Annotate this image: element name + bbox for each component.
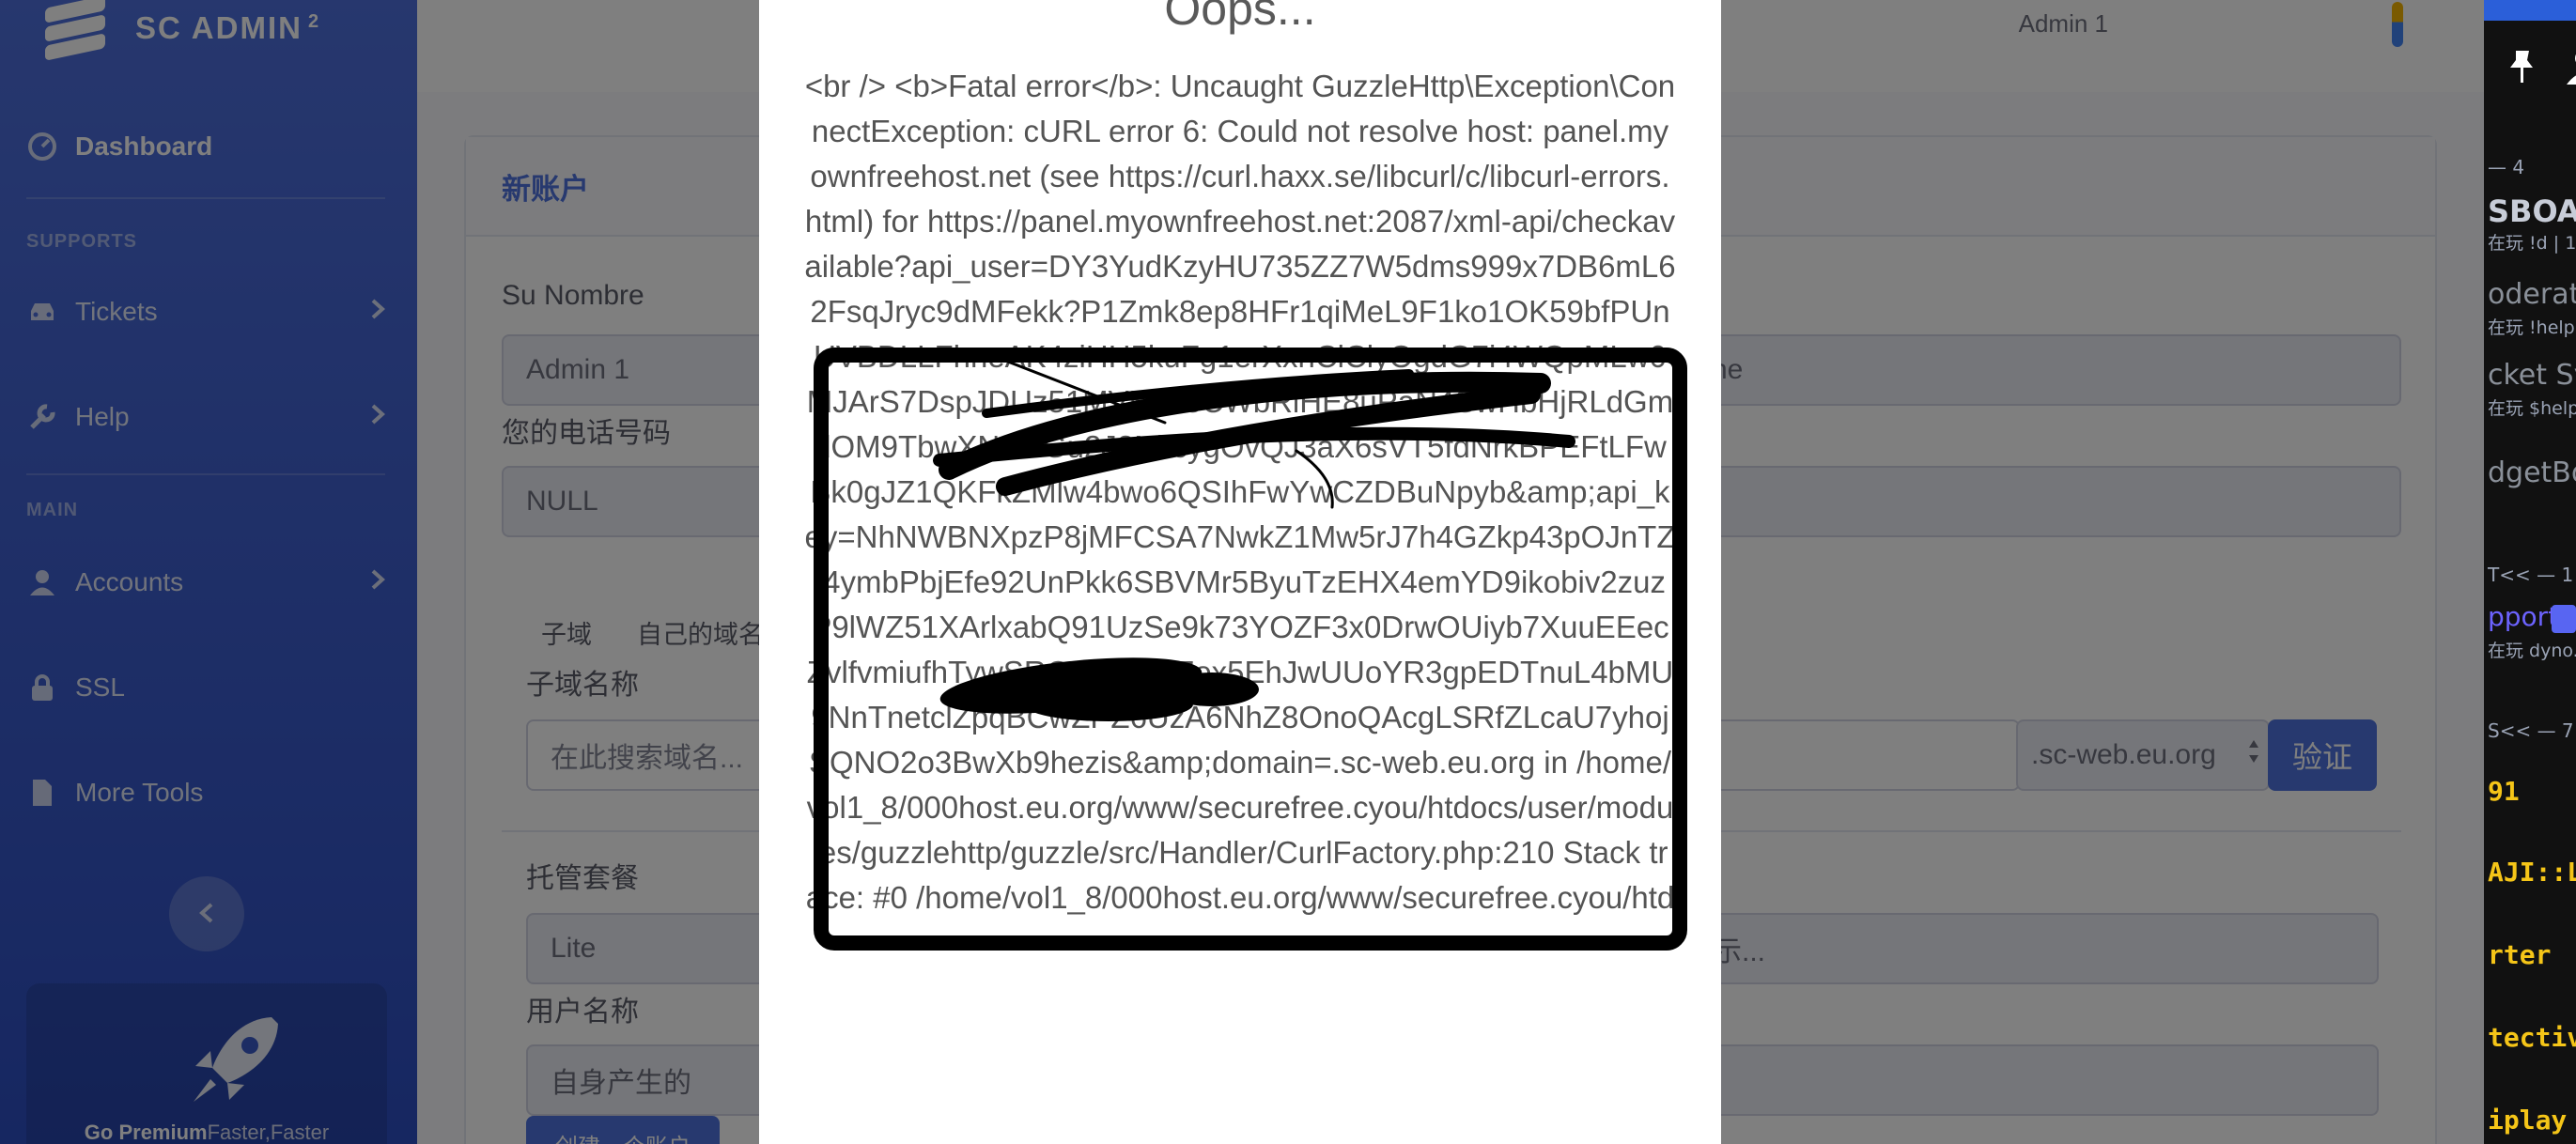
pin-icon[interactable] xyxy=(2503,47,2540,93)
panel-line: pport xyxy=(2488,601,2559,632)
user-icon[interactable] xyxy=(2565,47,2576,93)
panel-line: tective xyxy=(2488,1022,2576,1053)
checkmark-icon xyxy=(2552,605,2576,633)
side-chat-panel: — 4 SBOARD 在玩 !d | 1,2 oderatio 在玩 !help… xyxy=(2484,0,2576,1144)
panel-line: 91 xyxy=(2488,776,2520,807)
error-modal: Oops... <br /> <b>Fatal error</b>: Uncau… xyxy=(759,0,1721,1144)
panel-line: — 4 xyxy=(2488,156,2525,178)
panel-line: 在玩 !d | 1,2 xyxy=(2488,233,2576,254)
panel-line: SBOARD xyxy=(2488,193,2576,229)
error-message: <br /> <b>Fatal error</b>: Uncaught Guzz… xyxy=(804,69,1676,915)
panel-line: oderatio xyxy=(2488,278,2576,311)
panel-line: iplay xyxy=(2488,1105,2568,1136)
panel-top-bar xyxy=(2484,0,2576,21)
panel-line: dgetBo xyxy=(2488,456,2576,489)
panel-line: 在玩 dyno.g xyxy=(2488,641,2576,661)
panel-line: T<< — 1 xyxy=(2488,564,2574,586)
panel-line: 在玩 !help - xyxy=(2488,317,2576,338)
panel-line: S<< — 7 xyxy=(2488,719,2574,742)
modal-title: Oops... xyxy=(1164,0,1316,35)
panel-line: cket Sys xyxy=(2488,359,2576,392)
panel-line: AJI::LO xyxy=(2488,857,2576,888)
panel-line: 在玩 $help xyxy=(2488,398,2576,419)
panel-line: rter xyxy=(2488,939,2552,970)
